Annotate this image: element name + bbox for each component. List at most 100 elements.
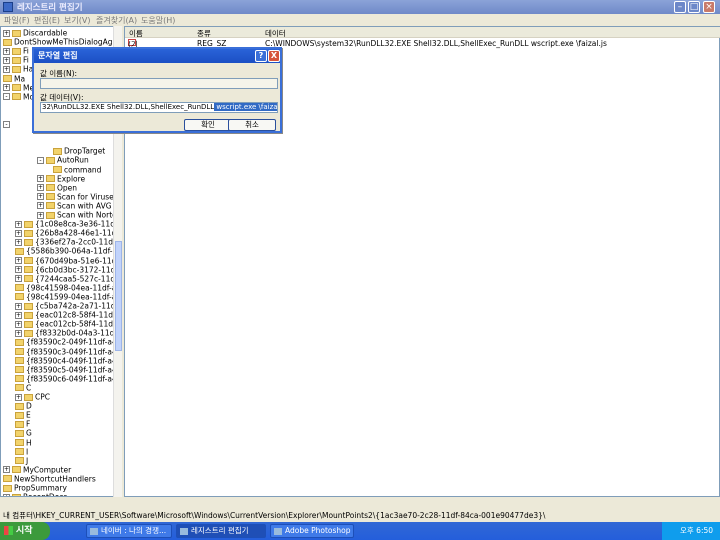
tree-item[interactable]: {98c41599-04ea-11df-a7 — [15, 292, 121, 301]
expand-icon[interactable]: + — [3, 56, 10, 64]
minimize-button[interactable]: – — [674, 1, 686, 13]
tree-item[interactable]: I — [15, 447, 28, 456]
collapse-icon[interactable]: - — [3, 93, 10, 101]
tree-item[interactable]: D — [15, 401, 32, 411]
expand-icon[interactable]: + — [15, 393, 22, 401]
expand-icon[interactable]: + — [3, 65, 10, 73]
tree-item[interactable]: NewShortcutHandlers — [3, 474, 96, 483]
expand-icon[interactable]: + — [15, 266, 22, 274]
tree-item[interactable]: + {336ef27a-2cc0-11df-84 — [15, 237, 121, 247]
tree-item[interactable]: + Scan with AVG — [37, 201, 112, 210]
collapse-icon[interactable]: - — [3, 120, 10, 128]
expand-icon[interactable]: + — [37, 175, 44, 183]
dialog-close-button[interactable]: X — [268, 50, 280, 62]
folder-icon — [15, 348, 24, 355]
clock[interactable]: 오후 6:50 — [680, 526, 713, 535]
tree-item[interactable]: + CPC — [15, 392, 50, 402]
tree-item[interactable]: DontShowMeThisDialogAga — [3, 37, 117, 47]
tree-item[interactable]: - — [3, 119, 12, 128]
column-name-header[interactable]: 이름 — [129, 28, 143, 39]
tree-item[interactable]: C — [15, 383, 31, 392]
tree-item[interactable]: {5586b390-064a-11df-84 — [15, 246, 121, 256]
tree-item[interactable]: {f83590c4-049f-11df-a483 — [15, 356, 121, 365]
expand-icon[interactable]: + — [3, 47, 10, 55]
expand-icon[interactable]: + — [3, 493, 10, 496]
tree-item[interactable]: + Open — [37, 183, 77, 192]
expand-icon[interactable]: + — [37, 184, 44, 192]
tree-item[interactable]: DropTarget — [53, 146, 105, 156]
ok-button[interactable]: 확인 — [184, 119, 232, 131]
cancel-button[interactable]: 취소 — [228, 119, 276, 131]
menu-edit[interactable]: 편집(E) — [34, 15, 60, 26]
column-data-header[interactable]: 데이터 — [265, 28, 286, 39]
tree-item[interactable]: + {c5ba742a-2a71-11df-84 — [15, 301, 121, 311]
tree-item[interactable]: + {eac012c8-58f4-11df-84 — [15, 310, 121, 320]
expand-icon[interactable]: + — [3, 29, 10, 37]
tree-item[interactable]: G — [15, 428, 32, 438]
tree-scroll-thumb[interactable] — [115, 241, 122, 351]
tree-item[interactable]: {f83590c2-049f-11df-a483 — [15, 337, 121, 347]
tree-item[interactable]: + {eac012cb-58f4-11df-84 — [15, 319, 121, 329]
tree-item[interactable]: F — [15, 419, 30, 429]
expand-icon[interactable]: + — [15, 275, 22, 283]
tree-item[interactable]: J — [15, 456, 28, 465]
tree-item[interactable]: E — [15, 410, 31, 420]
tree-item[interactable]: + Me — [3, 83, 34, 92]
expand-icon[interactable]: + — [3, 84, 10, 92]
expand-icon[interactable]: + — [37, 202, 44, 210]
tree-item[interactable]: {f83590c3-049f-11df-a483 — [15, 347, 121, 356]
tree-item[interactable]: + {f8332b0d-04a3-11df-a4 — [15, 328, 121, 338]
tree-item[interactable]: + Discardable — [3, 28, 67, 38]
tree-item[interactable]: {98c41598-04ea-11df-a7 — [15, 283, 121, 292]
tree-item[interactable]: + Fi — [3, 55, 29, 65]
tree-item[interactable]: Ma — [3, 74, 25, 83]
tree-item[interactable]: + Explore — [37, 174, 85, 183]
value-data-field[interactable]: 32\RunDLL32.EXE Shell32.DLL,ShellExec_Ru… — [40, 102, 278, 113]
task-regedit[interactable]: 레지스트리 편집기 — [176, 524, 266, 538]
tree-item[interactable]: + Fi — [3, 46, 29, 56]
tree-item[interactable]: + {670d49ba-51e6-11df-84 — [15, 256, 121, 265]
tree-item[interactable]: H — [15, 438, 32, 447]
close-button[interactable]: × — [703, 1, 715, 13]
tree-item[interactable]: + {7244caa5-527c-11df-84 — [15, 274, 121, 283]
menu-view[interactable]: 보기(V) — [64, 15, 90, 26]
menu-help[interactable]: 도움말(H) — [141, 15, 175, 26]
maximize-button[interactable]: □ — [688, 1, 700, 13]
expand-icon[interactable]: + — [15, 257, 22, 264]
expand-icon[interactable]: + — [3, 466, 10, 474]
task-naver[interactable]: 네이버 : 나의 경쟁... — [86, 524, 172, 538]
tree-item[interactable]: {f83590c5-049f-11df-a483 — [15, 365, 121, 374]
tree-item[interactable]: + RecentDocs — [3, 492, 67, 496]
tree-item[interactable]: command — [53, 165, 101, 174]
expand-icon[interactable]: + — [15, 229, 22, 237]
tree-item[interactable]: - Mc — [3, 92, 34, 101]
tree-item[interactable]: + {1c08e8ca-3e36-11df-84 — [15, 219, 121, 229]
folder-icon — [15, 384, 24, 392]
expand-icon[interactable]: + — [15, 302, 22, 310]
tree-item[interactable]: + Scan with Norton — [37, 210, 121, 220]
task-photoshop[interactable]: Adobe Photoshop ... — [270, 524, 354, 538]
collapse-icon[interactable]: - — [37, 156, 44, 164]
expand-icon[interactable]: + — [15, 320, 22, 328]
menu-favorites[interactable]: 즐겨찾기(A) — [96, 15, 137, 26]
value-name-field[interactable] — [40, 78, 278, 89]
tree-item[interactable]: + {26b8a428-46e1-11df-84 — [15, 228, 121, 238]
expand-icon[interactable]: + — [37, 193, 44, 201]
expand-icon[interactable]: + — [15, 220, 22, 228]
tree-item[interactable]: PropSummary — [3, 483, 67, 493]
column-type-header[interactable]: 종류 — [197, 28, 211, 39]
expand-icon[interactable]: + — [15, 238, 22, 246]
expand-icon[interactable]: + — [15, 311, 22, 319]
start-button[interactable]: 시작 — [0, 522, 50, 540]
tree-item[interactable]: + MyComputer — [3, 465, 71, 474]
menu-file[interactable]: 파일(F) — [4, 15, 30, 26]
folder-icon — [15, 284, 24, 292]
expand-icon[interactable]: + — [37, 211, 44, 219]
expand-icon[interactable]: + — [15, 329, 22, 337]
help-button[interactable]: ? — [255, 50, 267, 62]
tree-item[interactable]: + Ha — [3, 64, 33, 74]
tree-item[interactable]: - AutoRun — [37, 155, 89, 165]
tree-item[interactable]: + Scan for Viruses — [37, 192, 118, 201]
tree-item[interactable]: {f83590c6-049f-11df-a483 — [15, 374, 121, 383]
tree-item[interactable]: + {6cb0d3bc-3172-11df-84 — [15, 265, 121, 274]
